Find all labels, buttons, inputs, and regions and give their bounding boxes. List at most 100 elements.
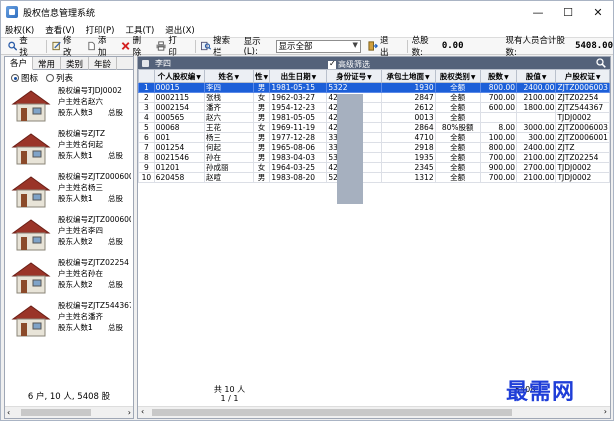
column-header[interactable]: 股权类别▼	[434, 69, 481, 83]
household-card[interactable]: 股权编号:ZJTZ02254 户主姓名:孙在 股东人数:2 总股	[7, 257, 131, 299]
table-cell: 2100.00	[516, 92, 557, 103]
search-icon[interactable]	[596, 58, 606, 68]
chevron-down-icon: ▼	[352, 40, 358, 49]
column-header[interactable]: 股数▼	[479, 69, 518, 83]
column-header[interactable]: 性▼	[252, 69, 271, 83]
total-shares-label: 总股数:	[411, 36, 429, 58]
table-row[interactable]: 30002154潘齐男1954-12-2342112612全额600.00180…	[138, 102, 610, 113]
table-cell: 1983-04-03	[269, 152, 328, 163]
table-cell: 1930	[380, 82, 436, 93]
household-horizontal-scrollbar[interactable]: ‹ ›	[5, 406, 133, 418]
table-cell: 4710	[380, 132, 436, 143]
filter-dropdown-icon[interactable]: ▼	[542, 74, 547, 81]
column-header[interactable]: 个人股权编▼	[153, 69, 206, 83]
exit-button[interactable]: 退出	[367, 36, 397, 58]
table-cell: 00068	[153, 122, 206, 133]
filter-dropdown-icon[interactable]: ▼	[596, 74, 601, 81]
table-row[interactable]: 6001杨三男1977-12-2833264710全额100.00300.00Z…	[138, 132, 610, 143]
search-bar-button[interactable]: 搜索栏	[200, 36, 238, 58]
filter-dropdown-icon[interactable]: ▼	[235, 74, 240, 81]
list-view-radio[interactable]	[46, 74, 55, 82]
tab-age[interactable]: 年龄	[89, 57, 118, 70]
icon-view-radio[interactable]	[11, 74, 19, 82]
filter-dropdown-icon[interactable]: ▼	[367, 74, 372, 81]
household-card[interactable]: 股权编号:ZJTZ544367 户主姓名:潘齐 股东人数:1 总股	[7, 300, 131, 342]
card-id-label: 股权编号:	[58, 258, 91, 267]
table-row[interactable]: 901201孙成丽女1964-03-2542112345全额900.002700…	[138, 162, 610, 173]
card-id-label: 股权编号:	[58, 86, 91, 95]
tab-households[interactable]: 各户	[5, 57, 34, 70]
table-body: 1 00015 李四男 1981-05-15 5322 1930 全额 800.00 2400.…	[138, 82, 610, 183]
card-member-count: 1	[88, 323, 93, 332]
shareholder-table-wrap: 个人股权编▼ 姓名▼ 性▼ 出生日期▼ 身份证号▼ 承包土地面▼ 股权类别▼ 股数▼ 股值▼ 户股…	[138, 69, 610, 204]
exit-door-icon	[368, 41, 378, 51]
print-button[interactable]: 打印	[155, 36, 185, 58]
table-cell: 3	[138, 102, 155, 113]
table-cell: ZJTZ0006003	[555, 82, 610, 93]
filter-dropdown-icon[interactable]: ▼	[312, 74, 317, 81]
table-cell: 7	[138, 142, 155, 153]
table-row[interactable]: 1 00015 李四男 1981-05-15 5322 1930 全额 800.00 2400.…	[138, 82, 610, 93]
filter-dropdown-icon[interactable]: ▼	[263, 74, 268, 81]
toolbar: 查找 修改 添加 删除 打印 搜索栏 显示(L): 显示全部 ▼ 退出 总股数:…	[1, 36, 613, 58]
table-row[interactable]: 7001254何起男1965-08-0633262918全额800.002400…	[138, 142, 610, 153]
tab-category[interactable]: 类别	[61, 57, 90, 70]
scroll-right-icon[interactable]: ›	[604, 407, 607, 416]
record-count: 共 10 人	[213, 385, 246, 394]
site-watermark: 最需网	[506, 379, 576, 405]
table-cell: ZJTZ0006003	[555, 122, 610, 133]
delete-button[interactable]: 删除	[120, 36, 149, 58]
column-header[interactable]: 身份证号▼	[326, 69, 382, 83]
scrollbar-thumb[interactable]	[21, 409, 91, 416]
household-card[interactable]: 股权编号:ZJTZ0006003 户主姓名:李四股东人数:2 总股	[7, 214, 131, 256]
table-cell: 2612	[380, 102, 436, 113]
column-header[interactable]: 出生日期▼	[269, 69, 328, 83]
minimize-button[interactable]: —	[523, 1, 553, 23]
table-row[interactable]: 500068王花女1969-11-194211286480%股额8.003000…	[138, 122, 610, 133]
table-cell: ZJTZ02254	[555, 152, 610, 163]
tab-common[interactable]: 常用	[33, 57, 62, 70]
exit-label: 退出	[380, 36, 389, 58]
filter-dropdown-icon[interactable]: ▼	[471, 74, 476, 81]
column-header[interactable]	[138, 69, 155, 83]
table-row[interactable]: 10620458赵喧男1983-08-2052231312全额700.00210…	[138, 172, 610, 183]
scroll-left-icon[interactable]: ‹	[141, 407, 144, 416]
filter-dropdown-icon[interactable]: ▼	[425, 74, 430, 81]
edit-label: 修改	[62, 36, 72, 58]
household-card[interactable]: 股权编号:TJDJ0002 户主姓名:赵六 股东人数:3 总股	[7, 85, 131, 127]
scroll-right-icon[interactable]: ›	[128, 408, 131, 417]
table-row[interactable]: 4000565赵六男1981-05-0542110013全额TJDJ0002	[138, 112, 610, 123]
household-card[interactable]: 股权编号:ZJTZ 户主姓名:何起 股东人数:1 总股	[7, 128, 131, 170]
table-row[interactable]: 80021546孙在男1983-04-0353031935全额700.00210…	[138, 152, 610, 163]
table-cell: TJDJ0002	[555, 112, 610, 123]
table-row[interactable]: 20002115张栈女1962-03-2742112847全额700.00210…	[138, 92, 610, 103]
find-button[interactable]: 查找	[7, 36, 36, 58]
column-header-label: 性	[254, 71, 263, 81]
advanced-filter-checkbox[interactable]	[328, 59, 336, 69]
scrollbar-thumb[interactable]	[152, 409, 512, 416]
household-card[interactable]: 股权编号:ZJTZ0006001 户主姓名:杨三股东人数:1 总股	[7, 171, 131, 213]
display-filter-select[interactable]: 显示全部 ▼	[275, 39, 361, 53]
card-owner-label: 户主姓名:	[58, 183, 91, 192]
edit-button[interactable]: 修改	[51, 36, 80, 58]
table-horizontal-scrollbar[interactable]: ‹ ›	[138, 406, 610, 418]
table-cell: 620458	[153, 172, 206, 183]
card-owner-label: 户主姓名:	[58, 97, 91, 106]
maximize-button[interactable]: ☐	[553, 1, 583, 23]
column-header[interactable]: 户股权证▼	[555, 69, 610, 83]
table-cell: 1981-05-05	[269, 112, 328, 123]
filter-dropdown-icon[interactable]: ▼	[504, 74, 509, 81]
table-cell: 1983-08-20	[269, 172, 328, 183]
add-button[interactable]: 添加	[86, 36, 115, 58]
column-header[interactable]: 股值▼	[516, 69, 557, 83]
filter-dropdown-icon[interactable]: ▼	[196, 74, 201, 81]
table-header-row: 个人股权编▼ 姓名▼ 性▼ 出生日期▼ 身份证号▼ 承包土地面▼ 股权类别▼ 股数▼ 股值▼ 户股…	[138, 69, 610, 83]
table-cell: 6	[138, 132, 155, 143]
scroll-left-icon[interactable]: ‹	[7, 408, 10, 417]
record-count-block: 共 10 人 1 / 1	[138, 385, 321, 403]
table-cell: 900.00	[479, 162, 518, 173]
close-button[interactable]: ✕	[583, 1, 613, 23]
table-cell: 赵六	[204, 112, 254, 123]
column-header[interactable]: 承包土地面▼	[380, 69, 436, 83]
column-header[interactable]: 姓名▼	[204, 69, 254, 83]
